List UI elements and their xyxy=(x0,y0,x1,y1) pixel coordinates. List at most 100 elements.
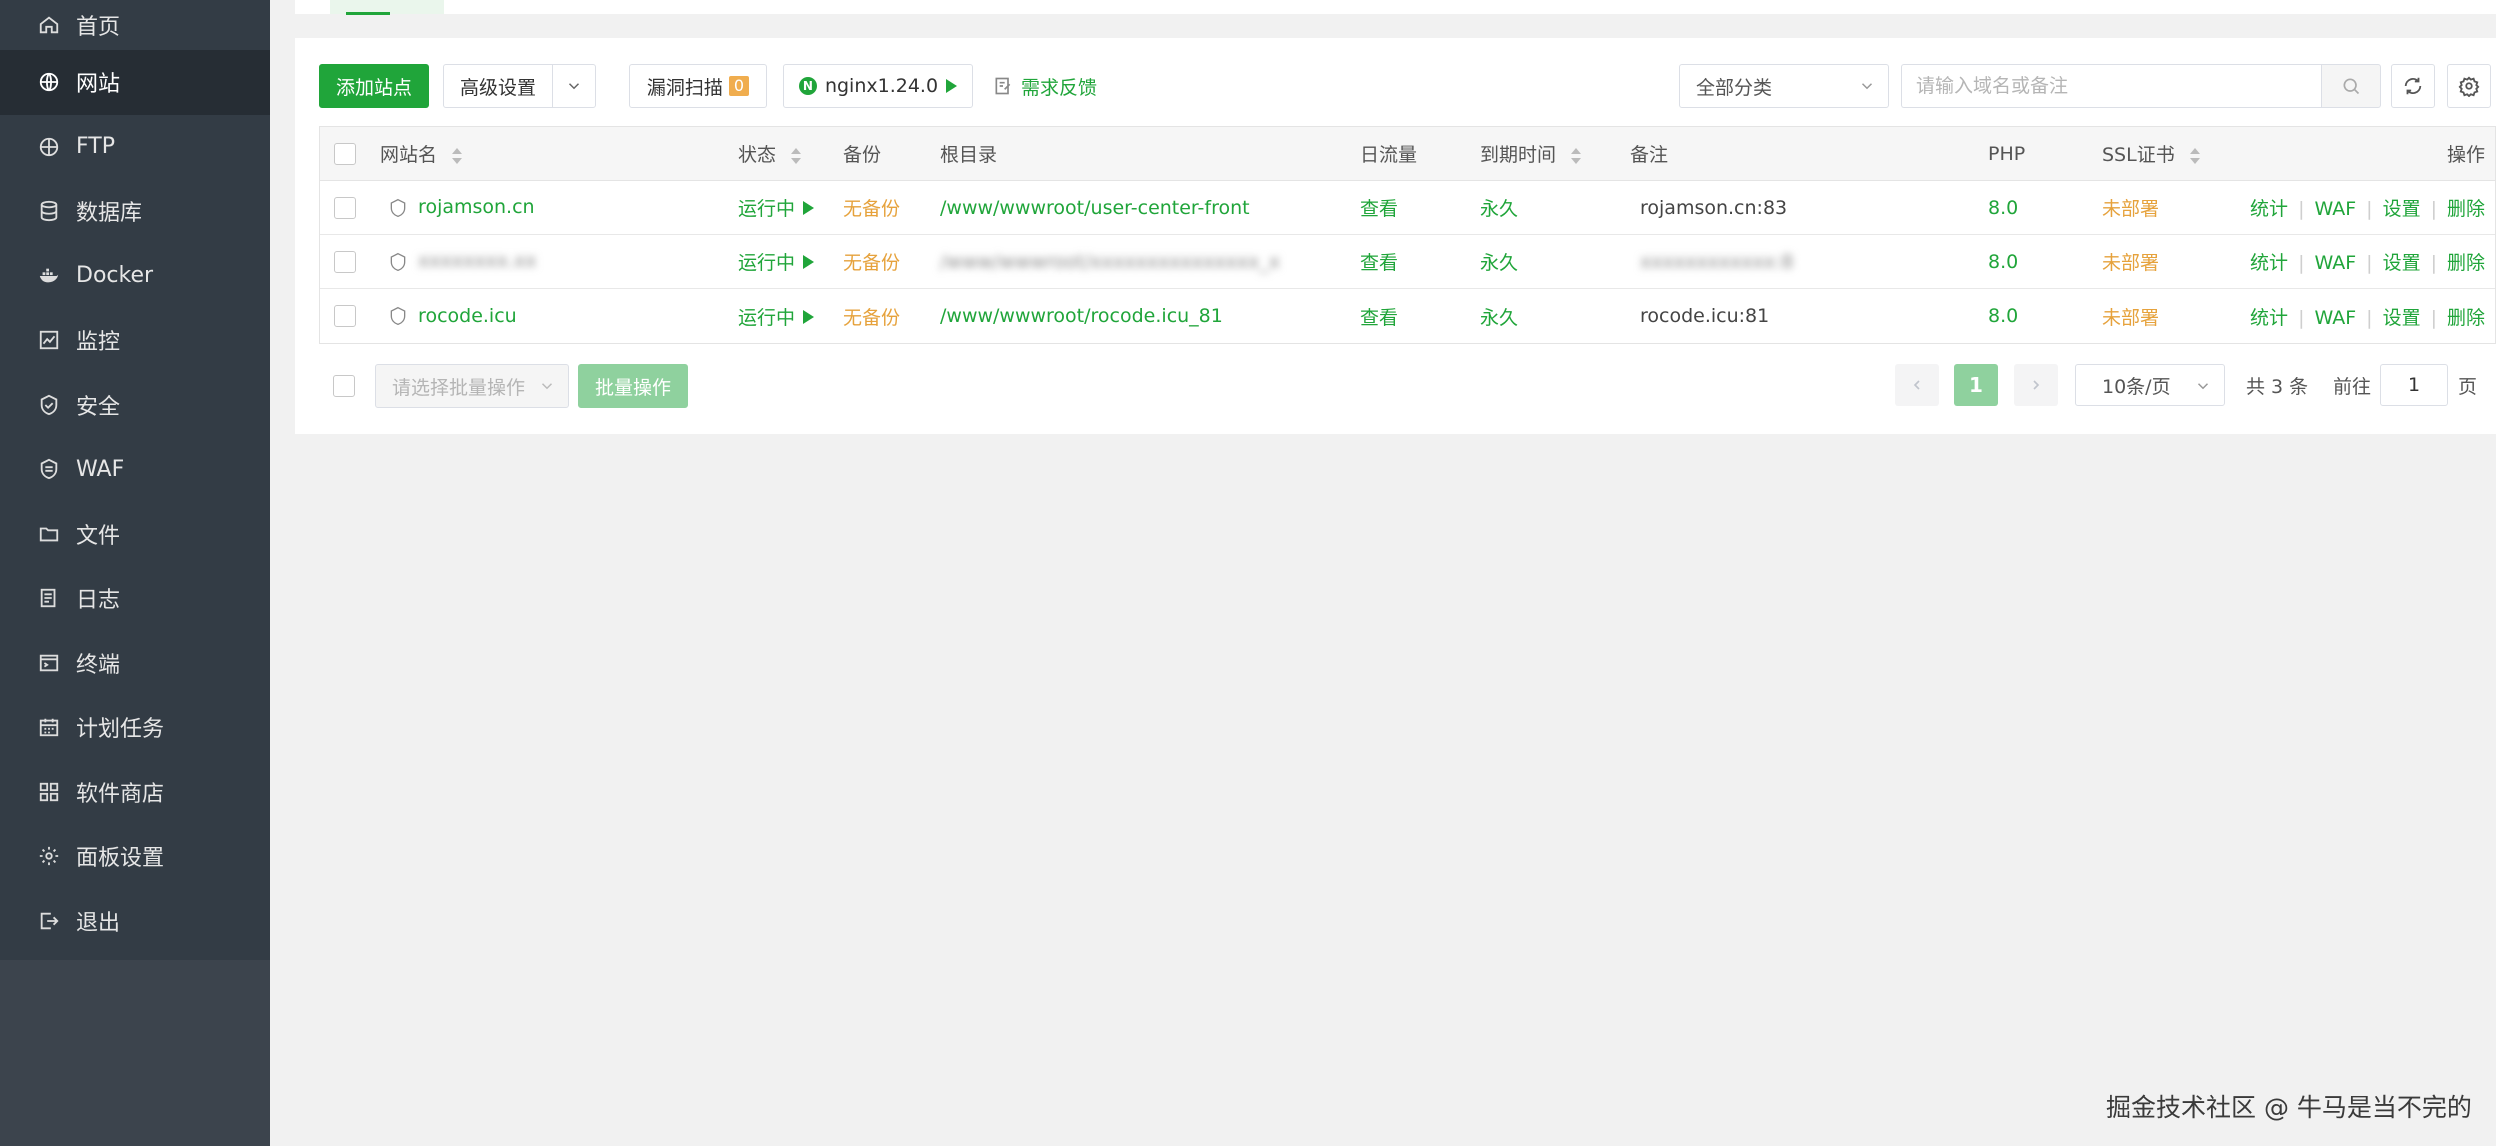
row-checkbox[interactable] xyxy=(334,196,356,219)
search-input[interactable] xyxy=(1901,64,2321,108)
vuln-scan-button[interactable]: 漏洞扫描 0 xyxy=(629,64,767,108)
backup-link[interactable]: 无备份 xyxy=(843,303,900,330)
delete-link[interactable]: 删除 xyxy=(2447,198,2485,220)
row-checkbox[interactable] xyxy=(334,250,356,273)
site-name-link[interactable]: rocode.icu xyxy=(388,305,517,328)
sort-icon xyxy=(452,147,463,164)
advanced-settings-button[interactable]: 高级设置 xyxy=(443,64,553,108)
sidebar-menu: 首页 网站 FTP 数据库 Docker 监控 安全 WAF 文件 日志 终端 … xyxy=(0,0,270,960)
add-site-button[interactable]: 添加站点 xyxy=(319,64,429,108)
sort-icon xyxy=(1571,147,1582,164)
page-unit-label: 页 xyxy=(2458,375,2478,398)
settings-link[interactable]: 设置 xyxy=(2383,252,2421,274)
backup-link[interactable]: 无备份 xyxy=(843,194,900,221)
waf-shield-icon xyxy=(390,252,406,271)
column-header-status[interactable]: 状态 xyxy=(738,140,802,167)
site-table: 网站名 状态 备份 根目录 日流量 到期时间 备注 PHP SSL证书 操作 r… xyxy=(319,126,2496,344)
page-number-button[interactable]: 1 xyxy=(1954,364,1998,406)
root-dir-link[interactable]: /www/wwwroot/rocode.icu_81 xyxy=(940,305,1223,327)
column-header-name[interactable]: 网站名 xyxy=(380,140,463,167)
waf-link[interactable]: WAF xyxy=(2314,252,2356,274)
play-icon xyxy=(946,79,958,93)
ssl-status-link[interactable]: 未部署 xyxy=(2102,303,2159,330)
sidebar-item-ftp[interactable]: FTP xyxy=(0,115,270,180)
remark-text[interactable]: xxxxxxxxxxxx:8 xyxy=(1640,251,1793,273)
sidebar-item-docker[interactable]: Docker xyxy=(0,244,270,309)
php-version-link[interactable]: 8.0 xyxy=(1988,251,2018,273)
sidebar-item-security[interactable]: 安全 xyxy=(0,373,270,438)
sidebar-item-logout[interactable]: 退出 xyxy=(0,889,270,954)
settings-link[interactable]: 设置 xyxy=(2383,198,2421,220)
sidebar-item-terminal[interactable]: 终端 xyxy=(0,631,270,696)
status-toggle[interactable]: 运行中 xyxy=(738,194,815,221)
php-version-link[interactable]: 8.0 xyxy=(1988,305,2018,327)
sidebar-item-waf[interactable]: WAF xyxy=(0,437,270,502)
waf-link[interactable]: WAF xyxy=(2314,198,2356,220)
select-all-checkbox[interactable] xyxy=(334,142,356,165)
expire-link[interactable]: 永久 xyxy=(1480,248,1518,275)
category-select[interactable]: 全部分类 xyxy=(1679,64,1889,108)
sidebar-item-monitor[interactable]: 监控 xyxy=(0,308,270,373)
traffic-view-link[interactable]: 查看 xyxy=(1360,194,1398,221)
search-button[interactable] xyxy=(2321,64,2381,108)
column-header-expire[interactable]: 到期时间 xyxy=(1480,140,1582,167)
sidebar-item-logs[interactable]: 日志 xyxy=(0,566,270,631)
refresh-button[interactable] xyxy=(2391,64,2435,108)
prev-page-button[interactable] xyxy=(1895,364,1939,406)
feedback-link[interactable]: 需求反馈 xyxy=(993,64,1097,108)
expire-link[interactable]: 永久 xyxy=(1480,303,1518,330)
column-header-remark: 备注 xyxy=(1630,144,1669,166)
site-name-link[interactable]: xxxxxxxx.xx xyxy=(388,250,537,273)
stats-link[interactable]: 统计 xyxy=(2250,307,2288,329)
expire-link[interactable]: 永久 xyxy=(1480,194,1518,221)
batch-select-checkbox[interactable] xyxy=(333,375,355,397)
table-settings-button[interactable] xyxy=(2447,64,2491,108)
advanced-settings-dropdown[interactable] xyxy=(552,64,596,108)
site-name: rocode.icu xyxy=(418,304,517,327)
sidebar-item-home[interactable]: 首页 xyxy=(0,0,270,50)
globe-icon xyxy=(38,71,60,93)
column-header-ssl[interactable]: SSL证书 xyxy=(2102,140,2201,167)
delete-link[interactable]: 删除 xyxy=(2447,307,2485,329)
status-toggle[interactable]: 运行中 xyxy=(738,248,815,275)
site-name-link[interactable]: rojamson.cn xyxy=(388,196,535,219)
nginx-version: nginx1.24.0 xyxy=(824,75,939,97)
status-toggle[interactable]: 运行中 xyxy=(738,303,815,330)
sidebar-item-panel-settings[interactable]: 面板设置 xyxy=(0,824,270,889)
waf-link[interactable]: WAF xyxy=(2314,307,2356,329)
ssl-status-link[interactable]: 未部署 xyxy=(2102,248,2159,275)
sidebar-item-label: 监控 xyxy=(76,330,121,356)
nginx-button[interactable]: N nginx1.24.0 xyxy=(783,64,973,108)
page-size-select[interactable]: 10条/页 xyxy=(2075,364,2225,406)
sidebar-item-appstore[interactable]: 软件商店 xyxy=(0,760,270,825)
remark-text[interactable]: rojamson.cn:83 xyxy=(1640,197,1787,219)
batch-action-button[interactable]: 批量操作 xyxy=(578,364,688,408)
batch-action-select[interactable]: 请选择批量操作 xyxy=(375,364,569,408)
sidebar-item-label: 首页 xyxy=(76,15,121,40)
backup-link[interactable]: 无备份 xyxy=(843,248,900,275)
sidebar-item-database[interactable]: 数据库 xyxy=(0,179,270,244)
traffic-view-link[interactable]: 查看 xyxy=(1360,248,1398,275)
root-dir-link[interactable]: /www/wwwroot/user-center-front xyxy=(940,197,1250,219)
sidebar-item-website[interactable]: 网站 xyxy=(0,50,270,115)
ssl-status-link[interactable]: 未部署 xyxy=(2102,194,2159,221)
traffic-view-link[interactable]: 查看 xyxy=(1360,303,1398,330)
category-value: 全部分类 xyxy=(1696,76,1773,99)
next-page-button[interactable] xyxy=(2014,364,2058,406)
stats-link[interactable]: 统计 xyxy=(2250,252,2288,274)
stats-link[interactable]: 统计 xyxy=(2250,198,2288,220)
goto-page-input[interactable] xyxy=(2380,364,2448,406)
sidebar-item-label: 计划任务 xyxy=(76,717,165,743)
column-header-backup: 备份 xyxy=(843,144,882,166)
remark-text[interactable]: rocode.icu:81 xyxy=(1640,305,1769,327)
row-checkbox[interactable] xyxy=(334,305,356,327)
delete-link[interactable]: 删除 xyxy=(2447,252,2485,274)
root-dir-link[interactable]: /www/wwwroot/xxxxxxxxxxxxxxx_x xyxy=(940,251,1280,273)
php-version-link[interactable]: 8.0 xyxy=(1988,197,2018,219)
log-icon xyxy=(38,587,60,609)
settings-link[interactable]: 设置 xyxy=(2383,307,2421,329)
sidebar-item-cron[interactable]: 计划任务 xyxy=(0,695,270,760)
chevron-down-icon xyxy=(541,383,553,390)
sidebar-item-files[interactable]: 文件 xyxy=(0,502,270,567)
site-list-card: 添加站点 高级设置 漏洞扫描 0 N nginx1.24.0 需求反馈 全部分类… xyxy=(295,38,2496,434)
